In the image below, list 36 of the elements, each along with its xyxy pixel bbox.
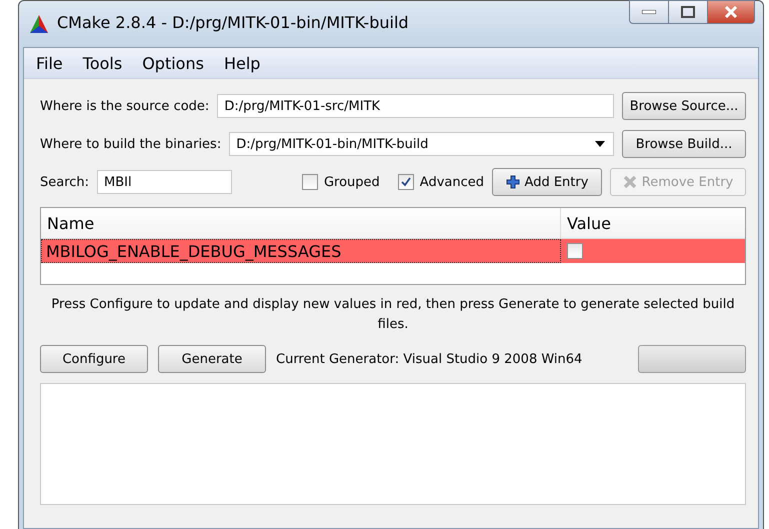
table-cell: MBILOG_ENABLE_DEBUG_MESSAGES	[41, 239, 561, 263]
window-title: CMake 2.8.4 - D:/prg/MITK-01-bin/MITK-build	[57, 12, 410, 32]
path-field[interactable]: D:/prg/MITK-01-src/MITK	[217, 94, 614, 118]
table-row[interactable]: MBILOG_ENABLE_DEBUG_MESSAGES	[41, 239, 745, 263]
menu-item[interactable]: Tools	[74, 52, 130, 74]
menu-item[interactable]: Help	[216, 52, 268, 74]
plus-icon	[506, 175, 520, 189]
action-button[interactable]: Configure	[40, 345, 148, 373]
add-entry-button[interactable]: Add Entry	[492, 168, 602, 196]
browse-source-button[interactable]: Browse Source...	[622, 92, 746, 120]
minimize-icon	[642, 10, 656, 14]
field-label: Where is the source code:	[40, 98, 210, 114]
column-header[interactable]: Name	[41, 208, 561, 238]
close-icon	[724, 6, 738, 18]
app-logo-icon	[29, 14, 49, 34]
checkbox-label: Grouped	[324, 174, 380, 190]
browse-build-button[interactable]: Browse Build...	[622, 130, 746, 158]
checkbox[interactable]	[302, 174, 318, 190]
hint-text: Press Configure to update and display new values in red, then press Generate to generate selected build files.	[50, 296, 736, 334]
close-button[interactable]	[708, 0, 755, 24]
checkbox[interactable]	[398, 174, 414, 190]
action-button[interactable]: Generate	[158, 345, 266, 373]
field-label: Where to build the binaries:	[40, 136, 222, 152]
checkbox-label: Advanced	[420, 174, 484, 190]
minimize-button[interactable]	[629, 0, 669, 24]
menu-item[interactable]: Options	[134, 52, 212, 74]
maximize-icon	[681, 6, 695, 18]
menu-item[interactable]: File	[28, 52, 71, 74]
maximize-button[interactable]	[669, 0, 708, 24]
generator-label: Current Generator: Visual Studio 9 2008 Win64	[276, 352, 584, 366]
column-header[interactable]: Value	[561, 208, 745, 238]
x-icon	[622, 175, 637, 189]
checkbox[interactable]	[567, 243, 583, 259]
path-combo-box[interactable]: D:/prg/MITK-01-bin/MITK-build	[229, 132, 614, 156]
search-label: Search:	[40, 174, 90, 190]
search-field[interactable]: MBIl	[97, 170, 232, 194]
